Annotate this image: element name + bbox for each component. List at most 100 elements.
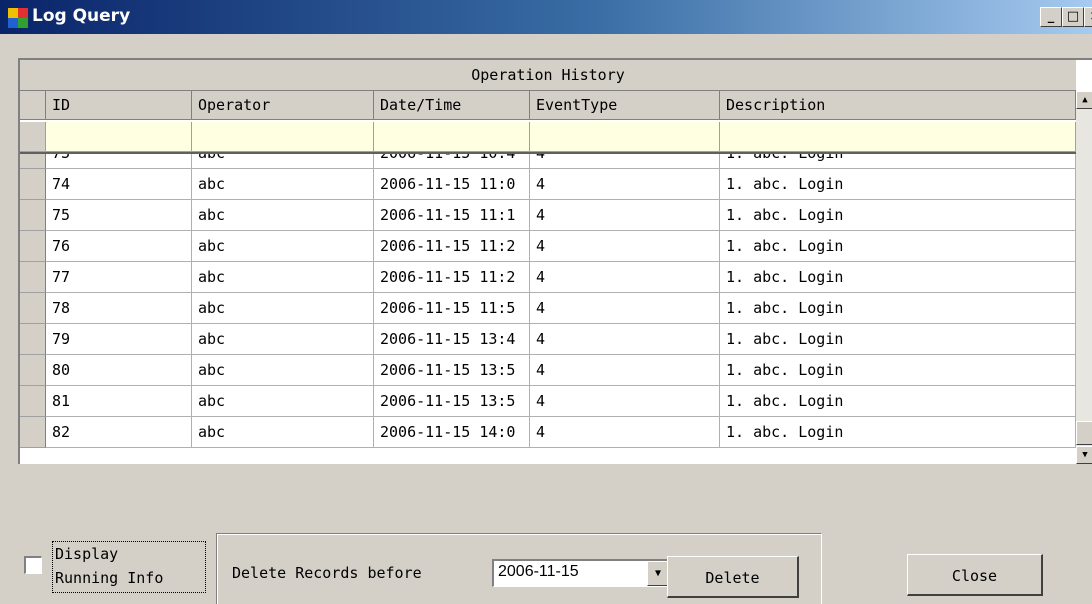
row-selector[interactable]	[20, 200, 46, 231]
column-header-operator[interactable]: Operator	[192, 91, 374, 120]
cell-eventtype[interactable]: 4	[530, 200, 720, 231]
delete-date-value[interactable]: 2006-11-15	[498, 563, 579, 581]
cell-eventtype[interactable]: 4	[530, 293, 720, 324]
chevron-down-icon[interactable]: ▼	[647, 561, 669, 586]
frozen-row-divider	[20, 152, 1076, 154]
cell-id[interactable]: 81	[46, 386, 192, 417]
cell-id[interactable]: 76	[46, 231, 192, 262]
cell-datetime[interactable]: 2006-11-15 11:2	[374, 231, 530, 262]
display-running-info-checkbox[interactable]	[24, 556, 42, 574]
cell-id[interactable]: 78	[46, 293, 192, 324]
table-row[interactable]: 73 abc 2006-11-15 10:4 4 1. abc. Login	[20, 152, 1076, 169]
cell-description[interactable]: 1. abc. Login	[720, 386, 1076, 417]
cell-eventtype[interactable]: 4	[530, 355, 720, 386]
row-selector[interactable]	[20, 152, 46, 169]
table-row[interactable]: 74 abc 2006-11-15 11:0 4 1. abc. Login	[20, 169, 1076, 200]
cell-operator[interactable]: abc	[192, 231, 374, 262]
cell-datetime[interactable]: 2006-11-15 11:2	[374, 262, 530, 293]
row-selector[interactable]	[20, 262, 46, 293]
cell-datetime[interactable]: 2006-11-15 14:0	[374, 417, 530, 448]
scroll-thumb[interactable]	[1076, 421, 1092, 445]
title-bar[interactable]: Log Query _ □ ×	[0, 0, 1092, 34]
row-selector[interactable]	[20, 324, 46, 355]
row-selector[interactable]	[20, 169, 46, 200]
cell-operator[interactable]: abc	[192, 355, 374, 386]
cell-operator[interactable]: abc	[192, 417, 374, 448]
scroll-up-button[interactable]: ▲	[1076, 91, 1092, 109]
cell-description[interactable]: 1. abc. Login	[720, 355, 1076, 386]
cell-id[interactable]: 82	[46, 417, 192, 448]
cell-datetime[interactable]: 2006-11-15 13:4	[374, 324, 530, 355]
cell-operator[interactable]: abc	[192, 169, 374, 200]
cell-datetime[interactable]: 2006-11-15 13:5	[374, 355, 530, 386]
table-row[interactable]: 78 abc 2006-11-15 11:5 4 1. abc. Login	[20, 293, 1076, 324]
table-row[interactable]: 79 abc 2006-11-15 13:4 4 1. abc. Login	[20, 324, 1076, 355]
cell-id[interactable]: 75	[46, 200, 192, 231]
column-header-description[interactable]: Description	[720, 91, 1076, 120]
cell-operator[interactable]: abc	[192, 386, 374, 417]
cell-id[interactable]: 73	[46, 152, 192, 169]
row-selector[interactable]	[20, 355, 46, 386]
cell-description[interactable]: 1. abc. Login	[720, 169, 1076, 200]
vertical-scrollbar[interactable]: ▲ ▼	[1076, 91, 1092, 464]
maximize-button[interactable]: □	[1062, 7, 1084, 27]
row-selector[interactable]	[20, 293, 46, 324]
cell-eventtype[interactable]: 4	[530, 386, 720, 417]
cell-description[interactable]: 1. abc. Login	[720, 324, 1076, 355]
cell-description[interactable]: 1. abc. Login	[720, 293, 1076, 324]
cell-operator[interactable]: abc	[192, 324, 374, 355]
row-selector[interactable]	[20, 231, 46, 262]
scroll-down-button[interactable]: ▼	[1076, 446, 1092, 464]
cell-operator[interactable]: abc	[192, 200, 374, 231]
cell-description[interactable]: 1. abc. Login	[720, 152, 1076, 169]
column-header-eventtype[interactable]: EventType	[530, 91, 720, 120]
table-row[interactable]: 77 abc 2006-11-15 11:2 4 1. abc. Login	[20, 262, 1076, 293]
filter-id[interactable]	[46, 122, 192, 152]
cell-id[interactable]: 79	[46, 324, 192, 355]
cell-datetime[interactable]: 2006-11-15 10:4	[374, 152, 530, 169]
cell-description[interactable]: 1. abc. Login	[720, 417, 1076, 448]
row-selector[interactable]	[20, 386, 46, 417]
cell-datetime[interactable]: 2006-11-15 11:1	[374, 200, 530, 231]
display-running-info-label[interactable]: Display Running Info	[52, 541, 206, 593]
cell-operator[interactable]: abc	[192, 152, 374, 169]
table-row[interactable]: 81 abc 2006-11-15 13:5 4 1. abc. Login	[20, 386, 1076, 417]
table-row[interactable]: 82 abc 2006-11-15 14:0 4 1. abc. Login	[20, 417, 1076, 448]
row-selector[interactable]	[20, 417, 46, 448]
cell-description[interactable]: 1. abc. Login	[720, 262, 1076, 293]
close-window-button[interactable]: ×	[1084, 7, 1092, 27]
column-header-id[interactable]: ID	[46, 91, 192, 120]
cell-id[interactable]: 74	[46, 169, 192, 200]
cell-eventtype[interactable]: 4	[530, 324, 720, 355]
table-row[interactable]: 80 abc 2006-11-15 13:5 4 1. abc. Login	[20, 355, 1076, 386]
minimize-button[interactable]: _	[1040, 7, 1062, 27]
column-header-datetime[interactable]: Date/Time	[374, 91, 530, 120]
cell-datetime[interactable]: 2006-11-15 11:0	[374, 169, 530, 200]
filter-operator[interactable]	[192, 122, 374, 152]
cell-id[interactable]: 77	[46, 262, 192, 293]
cell-id[interactable]: 80	[46, 355, 192, 386]
operation-history-grid[interactable]: Operation History ID Operator Date/Time …	[18, 58, 1092, 464]
cell-eventtype[interactable]: 4	[530, 262, 720, 293]
filter-row-selector	[20, 122, 46, 152]
cell-operator[interactable]: abc	[192, 262, 374, 293]
cell-datetime[interactable]: 2006-11-15 11:5	[374, 293, 530, 324]
row-selector-header[interactable]	[20, 91, 46, 120]
filter-eventtype[interactable]	[530, 122, 720, 152]
delete-button[interactable]: Delete	[667, 556, 799, 598]
cell-eventtype[interactable]: 4	[530, 231, 720, 262]
display-running-info-option[interactable]: Display Running Info	[24, 541, 206, 594]
cell-description[interactable]: 1. abc. Login	[720, 200, 1076, 231]
cell-datetime[interactable]: 2006-11-15 13:5	[374, 386, 530, 417]
close-button[interactable]: Close	[907, 554, 1043, 596]
table-row[interactable]: 75 abc 2006-11-15 11:1 4 1. abc. Login	[20, 200, 1076, 231]
table-row[interactable]: 76 abc 2006-11-15 11:2 4 1. abc. Login	[20, 231, 1076, 262]
cell-eventtype[interactable]: 4	[530, 152, 720, 169]
cell-operator[interactable]: abc	[192, 293, 374, 324]
cell-description[interactable]: 1. abc. Login	[720, 231, 1076, 262]
cell-eventtype[interactable]: 4	[530, 169, 720, 200]
filter-datetime[interactable]	[374, 122, 530, 152]
delete-date-picker[interactable]: 2006-11-15 ▼	[492, 559, 670, 587]
filter-description[interactable]	[720, 122, 1076, 152]
cell-eventtype[interactable]: 4	[530, 417, 720, 448]
